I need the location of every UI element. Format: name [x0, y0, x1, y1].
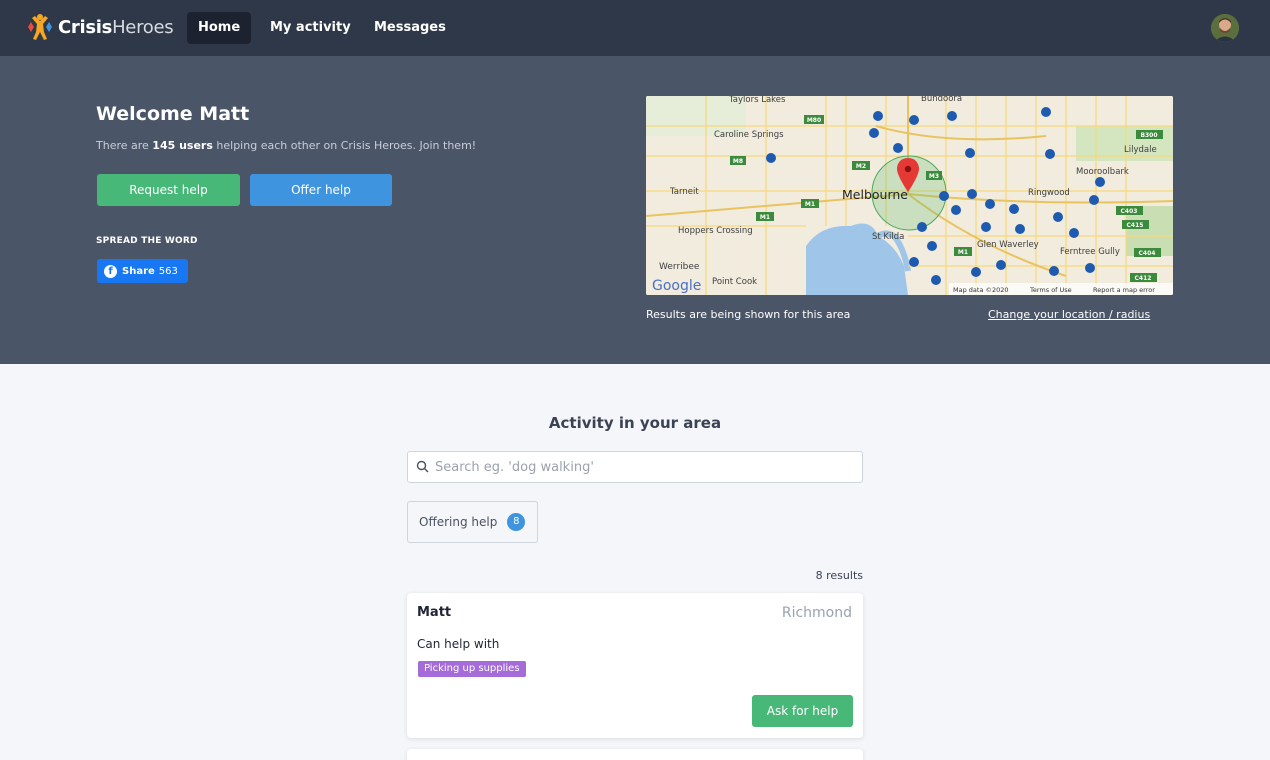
svg-text:C404: C404 [1139, 250, 1156, 257]
offering-help-filter[interactable]: Offering help 8 [407, 501, 538, 543]
activity-search-box[interactable] [407, 451, 863, 483]
share-count: 563 [158, 265, 178, 277]
filter-label: Offering help [419, 515, 498, 529]
map-label-hoppers-crossing: Hoppers Crossing [678, 226, 753, 236]
card-user-name[interactable]: Matt [417, 605, 451, 620]
map-label-lilydale: Lilydale [1124, 145, 1157, 155]
offer-help-button[interactable]: Offer help [250, 174, 392, 206]
map-label-melbourne: Melbourne [842, 187, 908, 202]
brand-name: CrisisHeroes [58, 16, 174, 38]
svg-text:M3: M3 [929, 173, 939, 180]
svg-text:M80: M80 [807, 117, 821, 124]
change-location-link[interactable]: Change your location / radius [988, 308, 1150, 321]
map-area-note: Results are being shown for this area [646, 308, 851, 321]
svg-text:C412: C412 [1135, 275, 1152, 282]
svg-text:B300: B300 [1140, 132, 1157, 139]
svg-text:M8: M8 [733, 158, 743, 165]
hero-figure-icon [28, 13, 52, 41]
map-label-mooroolbark: Mooroolbark [1076, 167, 1129, 177]
map-label-tarneit: Tarneit [669, 187, 699, 197]
ask-for-help-button[interactable]: Ask for help [752, 695, 853, 727]
google-logo: Google [652, 278, 701, 294]
card-location: Richmond [781, 605, 852, 621]
map-label-ferntree-gully: Ferntree Gully [1060, 247, 1120, 257]
area-map[interactable]: M80 M2 M1 M1 M1 M8 M3 B300 C403 C415 C40… [646, 96, 1173, 295]
map-label-caroline-springs: Caroline Springs [714, 130, 784, 140]
map-data-credit: Map data ©2020 [953, 286, 1009, 294]
filter-count-badge: 8 [507, 513, 526, 531]
crisis-heroes-logo[interactable]: CrisisHeroes [28, 12, 174, 42]
card-subtitle: Can help with [417, 637, 500, 651]
card-tag: Picking up supplies [418, 661, 526, 677]
map-label-taylors-lakes: Taylors Lakes [728, 96, 786, 105]
map-label-werribee: Werribee [659, 262, 700, 272]
request-help-button[interactable]: Request help [97, 174, 240, 206]
map-terms-link[interactable]: Terms of Use [1029, 286, 1072, 294]
svg-text:M1: M1 [760, 214, 770, 221]
facebook-icon: f [104, 264, 117, 278]
svg-text:M1: M1 [805, 201, 815, 208]
activity-heading: Activity in your area [548, 414, 722, 432]
map-label-glen-waverley: Glen Waverley [977, 240, 1039, 250]
map-label-point-cook: Point Cook [712, 277, 757, 287]
map-label-bundoora: Bundoora [921, 96, 962, 104]
map-label-ringwood: Ringwood [1028, 188, 1070, 198]
svg-text:M1: M1 [958, 249, 968, 256]
map-label-st-kilda: St Kilda [872, 232, 904, 242]
search-icon [416, 458, 429, 477]
map-report-error-link[interactable]: Report a map error [1093, 286, 1155, 294]
nav-messages[interactable]: Messages [363, 12, 457, 44]
users-summary: There are 145 users helping each other o… [96, 139, 477, 152]
nav-my-activity[interactable]: My activity [259, 12, 362, 44]
nav-home[interactable]: Home [187, 12, 252, 44]
activity-card: Matt Richmond Can help with Picking up s… [407, 593, 863, 738]
search-input[interactable] [435, 459, 855, 475]
svg-text:C403: C403 [1121, 208, 1138, 215]
facebook-share-button[interactable]: f Share 563 [97, 259, 188, 283]
svg-text:C415: C415 [1127, 222, 1144, 229]
activity-card [407, 749, 863, 760]
hero-section: Welcome Matt There are 145 users helping… [0, 56, 1270, 364]
svg-text:M2: M2 [856, 163, 866, 170]
results-count: 8 results [815, 569, 863, 582]
users-count: 145 users [152, 139, 213, 152]
welcome-heading: Welcome Matt [96, 103, 250, 125]
top-navbar: CrisisHeroes Home My activity Messages [0, 0, 1270, 56]
spread-the-word-label: SPREAD THE WORD [96, 236, 198, 246]
user-avatar[interactable] [1211, 14, 1239, 42]
